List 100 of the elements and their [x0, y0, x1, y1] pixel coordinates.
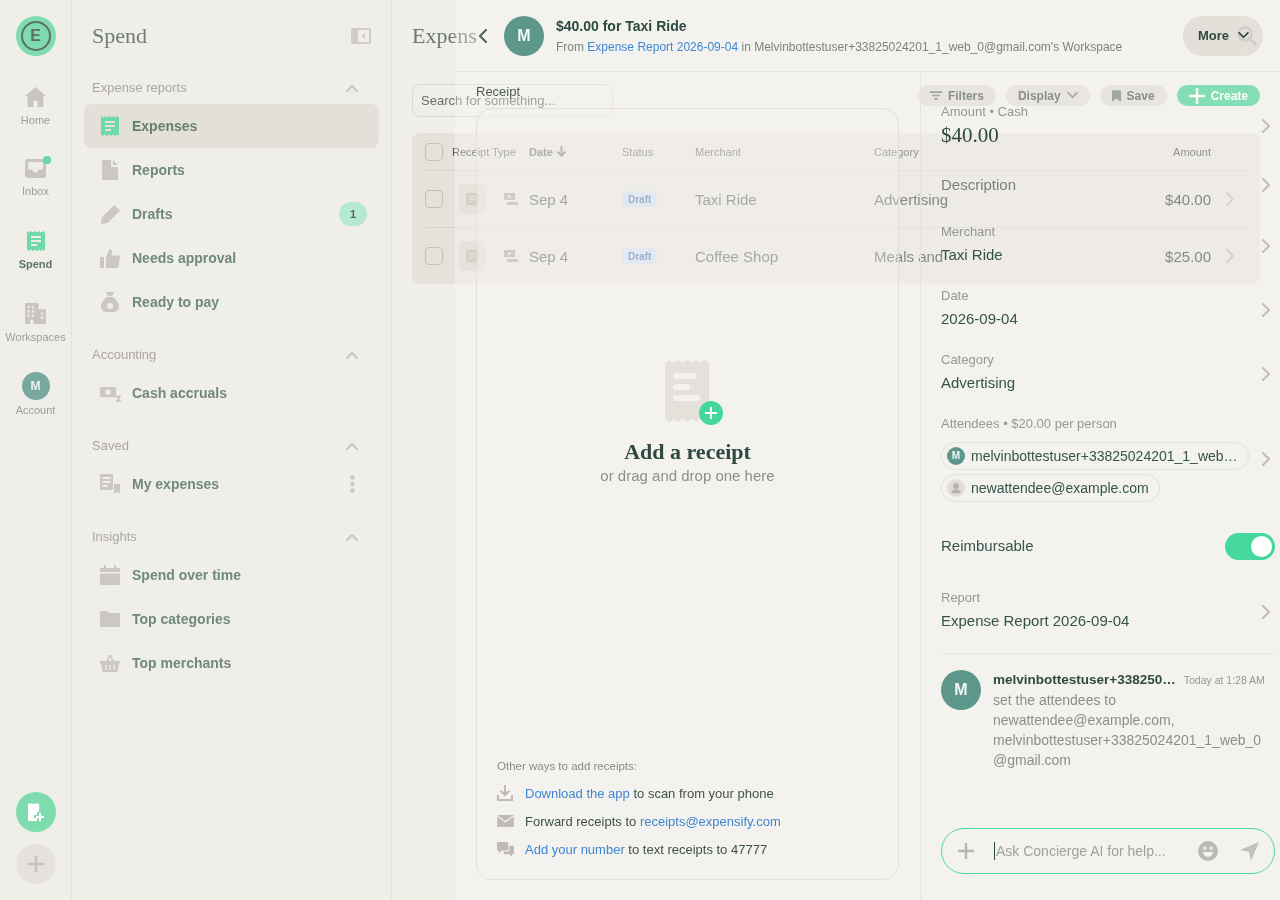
nav-item[interactable]: Inbox: [0, 146, 72, 218]
collapse-sidebar-button[interactable]: [351, 28, 371, 44]
expense-title: $40.00 for Taxi Ride: [556, 16, 687, 35]
toolbar-button[interactable]: Display: [1005, 85, 1090, 106]
receipt-plus-icon: [27, 803, 44, 821]
plus-icon: [27, 856, 44, 872]
account-avatar: M: [21, 372, 50, 400]
other-ways-heading: Other ways to add receipts:: [497, 759, 637, 774]
sidebar-item[interactable]: Spend over time: [84, 553, 379, 597]
column-header[interactable]: Merchant: [695, 145, 741, 158]
calendar-icon: [100, 565, 120, 585]
column-header[interactable]: Date: [529, 145, 566, 158]
field-value[interactable]: Advertising: [941, 371, 1016, 395]
reimbursable-toggle[interactable]: [1225, 532, 1275, 560]
toolbar-button[interactable]: Save: [1099, 85, 1167, 106]
more-button[interactable]: More: [1182, 15, 1263, 56]
nav-item[interactable]: Workspaces: [0, 290, 72, 362]
amount-value: $25.00: [1165, 247, 1211, 265]
chevron-right-icon: [1262, 118, 1270, 133]
money-bag-icon: [101, 292, 119, 312]
more-options-icon[interactable]: [350, 475, 355, 493]
document-icon: [102, 160, 118, 180]
dropzone-title: Add a receipt: [624, 437, 751, 466]
field-value[interactable]: Taxi Ride: [941, 243, 1003, 267]
sidebar-item[interactable]: Needs approval: [84, 236, 379, 280]
option-link[interactable]: Add your number: [525, 841, 625, 857]
field-value[interactable]: Expense Report 2026-09-04: [941, 609, 1130, 633]
chevron-down-icon: [1066, 92, 1078, 99]
sidebar-item[interactable]: Expenses: [84, 104, 379, 148]
column-header[interactable]: Amount: [1173, 145, 1211, 158]
plus-icon[interactable]: [958, 843, 974, 859]
add-button[interactable]: [15, 844, 56, 884]
field-label: Date: [941, 288, 969, 304]
building-icon: [25, 303, 46, 324]
field-label: Category: [941, 352, 994, 368]
date-text: Sep 4: [529, 190, 569, 208]
nav-item[interactable]: Spend: [0, 218, 72, 290]
emoji-icon[interactable]: [1198, 841, 1218, 861]
page-title: Expens: [412, 23, 477, 49]
sidebar-title: Spend: [92, 23, 147, 49]
count-badge: 1: [339, 202, 367, 226]
chevron-right-icon: [1225, 249, 1234, 263]
chat-bubbles-icon: [496, 841, 514, 857]
receipt-add-icon[interactable]: [665, 359, 723, 425]
sidebar-item[interactable]: Ready to pay: [84, 280, 379, 324]
sidebar-item[interactable]: Top categories: [84, 597, 379, 641]
report-link[interactable]: Expense Report 2026-09-04: [587, 39, 739, 54]
chevron-right-icon: [1262, 452, 1270, 466]
sidebar-item[interactable]: Top merchants: [84, 641, 379, 685]
sidebar-item[interactable]: Reports: [84, 148, 379, 192]
nav-item[interactable]: M Account: [0, 362, 72, 434]
receipt-option-text: Download the app to scan from your phone: [525, 785, 774, 801]
user-avatar: M: [504, 15, 544, 56]
chevron-right-icon: [1262, 604, 1270, 619]
user-avatar: M: [941, 670, 981, 710]
checkbox[interactable]: [425, 142, 443, 161]
basket-icon: [100, 654, 120, 672]
section-heading: Expense reports: [92, 80, 187, 96]
chevron-right-icon: [1262, 178, 1270, 192]
sidebar-item[interactable]: Cash accruals: [84, 371, 379, 415]
merchant-name: Taxi Ride: [695, 190, 757, 208]
chat-input-field[interactable]: Ask Concierge AI for help...: [996, 841, 1188, 861]
chevron-right-icon: [1262, 302, 1270, 317]
date-text: Sep 4: [529, 247, 569, 265]
sidebar-item[interactable]: My expenses: [84, 462, 379, 506]
toolbar-button[interactable]: Filters: [917, 85, 996, 106]
cash-icon: [503, 250, 518, 262]
receipt-icon: [26, 231, 45, 251]
checkbox[interactable]: [425, 247, 443, 265]
pencil-icon: [100, 204, 120, 224]
field-label: Merchant: [941, 224, 996, 240]
filter-icon: [929, 91, 942, 100]
chevron-right-icon: [1262, 238, 1270, 253]
column-header[interactable]: Type: [492, 145, 516, 158]
amount-value[interactable]: $40.00: [941, 123, 999, 147]
receipt-thumbnail-icon: [459, 241, 485, 271]
folder-icon: [100, 611, 120, 627]
chevron-right-icon: [1225, 192, 1234, 206]
new-expense-button[interactable]: [15, 792, 56, 832]
section-heading: Saved: [92, 438, 129, 454]
send-icon[interactable]: [1240, 841, 1259, 861]
receipt-thumbnail-icon: [459, 184, 485, 214]
comment-time: Today at 1:28 AM: [1183, 674, 1265, 686]
receipt-bookmark-icon: [100, 474, 120, 494]
sidebar-item[interactable]: Drafts 1: [84, 192, 379, 236]
attendee-avatar: M: [947, 447, 965, 465]
inbox-icon: [25, 159, 46, 178]
option-link[interactable]: receipts@expensify.com: [639, 813, 781, 829]
merchant-name: Coffee Shop: [695, 247, 779, 265]
nav-item[interactable]: Home: [0, 74, 72, 146]
column-header[interactable]: Status: [622, 145, 654, 158]
app-logo[interactable]: E: [15, 16, 56, 56]
back-button[interactable]: [477, 28, 489, 43]
option-link[interactable]: Download the app: [525, 785, 630, 801]
sidebar-collapse-icon: [351, 28, 371, 44]
section-heading: Insights: [92, 529, 137, 545]
section-heading: Accounting: [92, 347, 157, 363]
field-value[interactable]: 2026-09-04: [941, 307, 1018, 331]
thumbs-up-icon: [100, 248, 120, 268]
checkbox[interactable]: [425, 190, 443, 208]
